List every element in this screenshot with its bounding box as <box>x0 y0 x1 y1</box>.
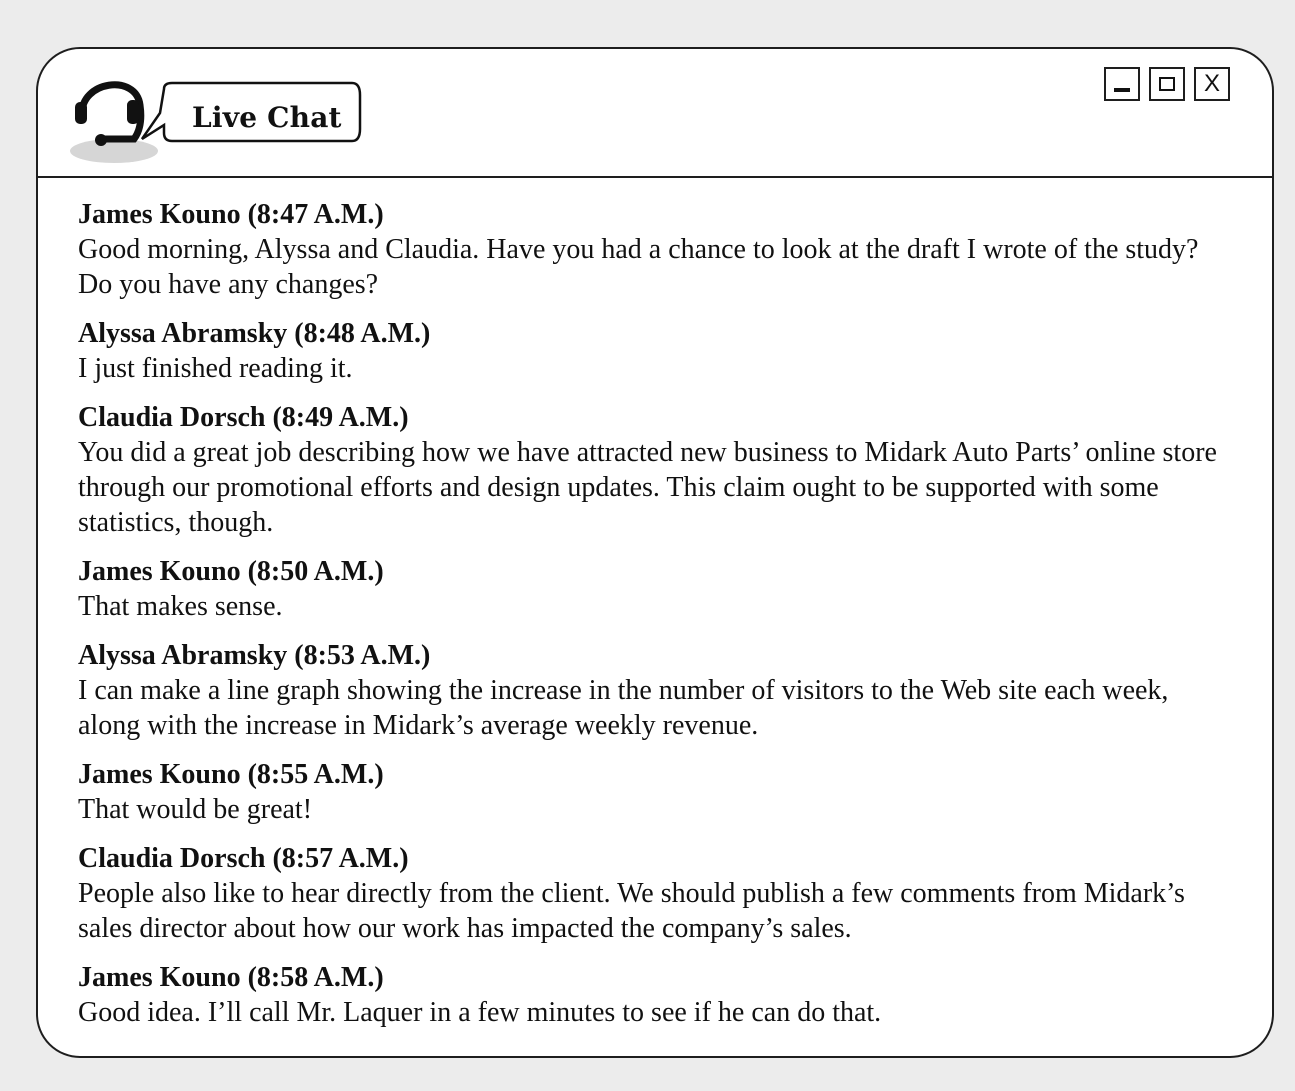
message-text: You did a great job describing how we ha… <box>78 437 1217 538</box>
window-title: Live Chat <box>192 101 342 134</box>
message-header: Alyssa Abramsky (8:53 A.M.) <box>78 638 1232 673</box>
title-bar: Live Chat X <box>38 49 1272 178</box>
minimize-icon <box>1114 88 1130 92</box>
chat-message: James Kouno (8:47 A.M.) Good morning, Al… <box>78 197 1232 302</box>
message-time: (8:49 A.M.) <box>272 402 409 433</box>
chat-message: James Kouno (8:58 A.M.) Good idea. I’ll … <box>78 960 1232 1030</box>
message-sender: James Kouno <box>78 962 241 993</box>
message-text: Good morning, Alyssa and Claudia. Have y… <box>78 234 1199 300</box>
message-header: James Kouno (8:47 A.M.) <box>78 197 1232 232</box>
message-time: (8:58 A.M.) <box>247 962 384 993</box>
message-header: Alyssa Abramsky (8:48 A.M.) <box>78 316 1232 351</box>
message-text: People also like to hear directly from t… <box>78 878 1185 944</box>
message-time: (8:53 A.M.) <box>294 640 431 671</box>
message-sender: James Kouno <box>78 556 241 587</box>
message-header: James Kouno (8:55 A.M.) <box>78 757 1232 792</box>
live-chat-logo: Live Chat <box>64 67 364 167</box>
message-sender: Claudia Dorsch <box>78 843 266 874</box>
chat-message: Claudia Dorsch (8:49 A.M.) You did a gre… <box>78 400 1232 540</box>
message-text: Good idea. I’ll call Mr. Laquer in a few… <box>78 997 882 1028</box>
message-header: James Kouno (8:50 A.M.) <box>78 554 1232 589</box>
live-chat-window: Live Chat X James Kouno (8:47 A.M.) Good… <box>36 47 1274 1058</box>
message-sender: Claudia Dorsch <box>78 402 266 433</box>
message-text: I can make a line graph showing the incr… <box>78 675 1169 741</box>
message-time: (8:48 A.M.) <box>294 318 431 349</box>
maximize-button[interactable] <box>1149 67 1185 101</box>
message-list: James Kouno (8:47 A.M.) Good morning, Al… <box>78 197 1232 1044</box>
message-sender: Alyssa Abramsky <box>78 640 288 671</box>
minimize-button[interactable] <box>1104 67 1140 101</box>
message-sender: Alyssa Abramsky <box>78 318 288 349</box>
maximize-icon <box>1159 77 1175 91</box>
chat-message: James Kouno (8:50 A.M.) That makes sense… <box>78 554 1232 624</box>
chat-message: Claudia Dorsch (8:57 A.M.) People also l… <box>78 841 1232 946</box>
close-button[interactable]: X <box>1194 67 1230 101</box>
message-time: (8:50 A.M.) <box>247 556 384 587</box>
window-controls: X <box>1104 67 1230 101</box>
chat-message: James Kouno (8:55 A.M.) That would be gr… <box>78 757 1232 827</box>
message-time: (8:55 A.M.) <box>247 759 384 790</box>
chat-message: Alyssa Abramsky (8:53 A.M.) I can make a… <box>78 638 1232 743</box>
message-text: That makes sense. <box>78 591 283 622</box>
message-header: James Kouno (8:58 A.M.) <box>78 960 1232 995</box>
message-header: Claudia Dorsch (8:49 A.M.) <box>78 400 1232 435</box>
message-text: That would be great! <box>78 794 313 825</box>
message-text: I just finished reading it. <box>78 353 353 384</box>
chat-message: Alyssa Abramsky (8:48 A.M.) I just finis… <box>78 316 1232 386</box>
message-sender: James Kouno <box>78 759 241 790</box>
message-time: (8:47 A.M.) <box>247 199 384 230</box>
message-sender: James Kouno <box>78 199 241 230</box>
message-header: Claudia Dorsch (8:57 A.M.) <box>78 841 1232 876</box>
message-time: (8:57 A.M.) <box>272 843 409 874</box>
